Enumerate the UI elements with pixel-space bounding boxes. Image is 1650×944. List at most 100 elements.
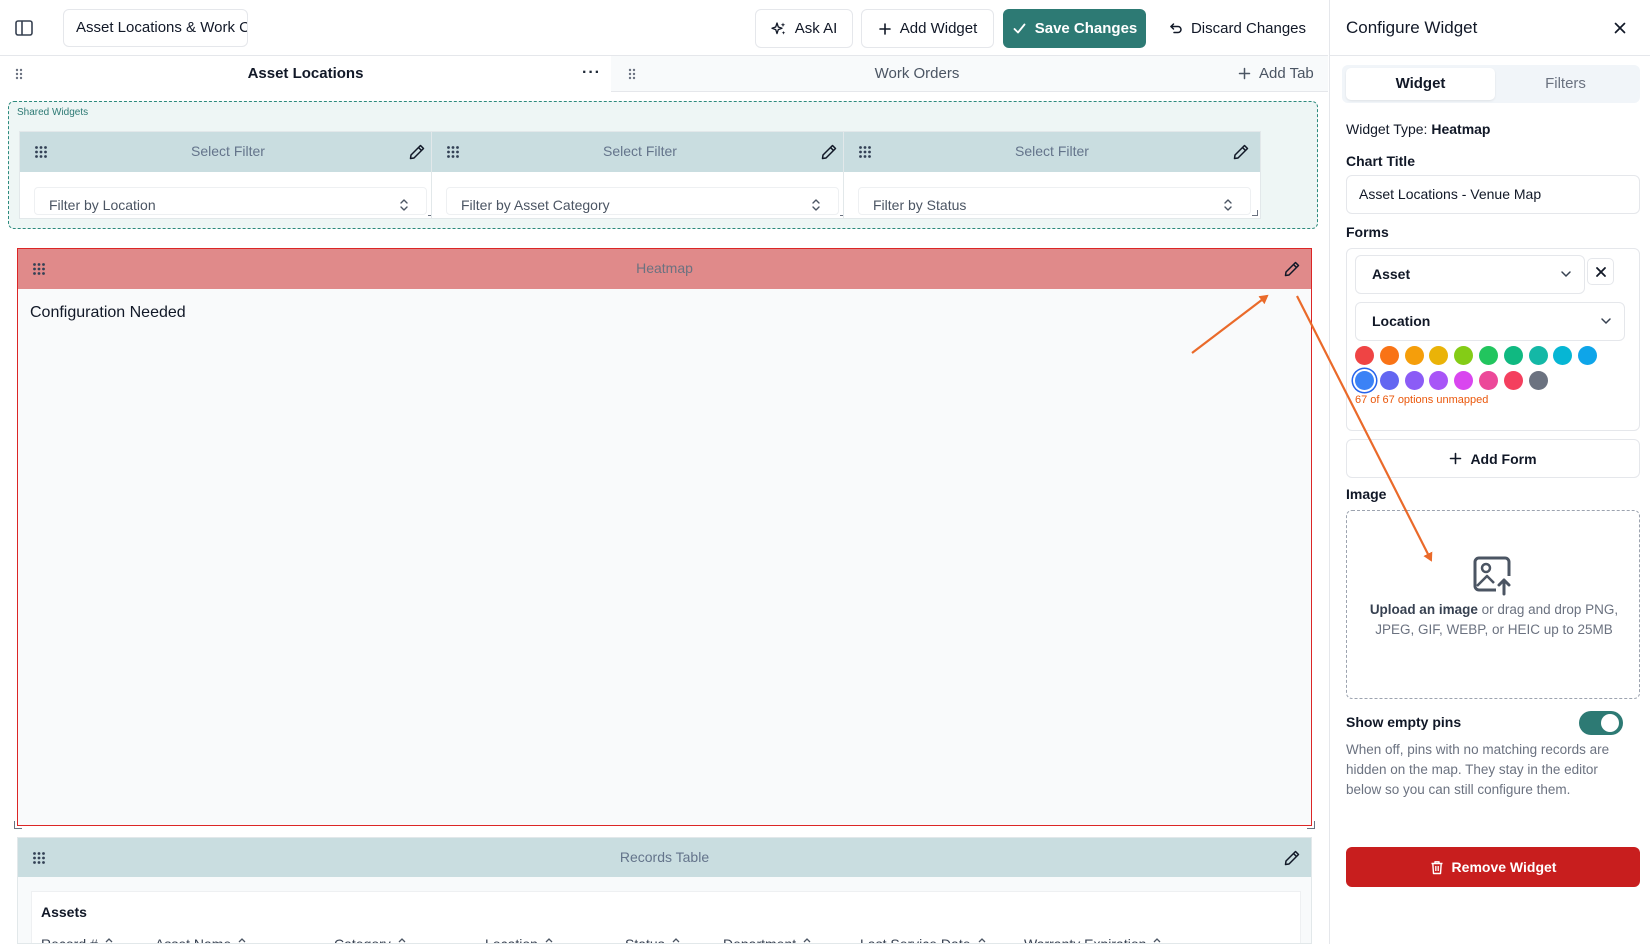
column-header-category[interactable]: Category — [334, 936, 407, 943]
color-swatch[interactable] — [1503, 346, 1523, 365]
image-upload-dropzone[interactable]: Upload an image or drag and drop PNG, JP… — [1346, 510, 1640, 699]
remove-widget-button[interactable]: Remove Widget — [1346, 847, 1640, 887]
pencil-icon[interactable] — [1232, 143, 1250, 161]
add-widget-button[interactable]: Add Widget — [861, 9, 994, 48]
upload-link[interactable]: Upload an image — [1370, 602, 1478, 617]
plus-icon — [1238, 67, 1251, 80]
color-swatch[interactable] — [1479, 346, 1498, 365]
chevron-down-icon — [1601, 318, 1611, 325]
column-header-record[interactable]: Record # — [41, 936, 114, 944]
top-toolbar: Asset Locations & Work C Ask AI Add Widg… — [0, 0, 1328, 56]
sort-icon — [1153, 938, 1161, 943]
color-swatch[interactable] — [1553, 346, 1573, 365]
forms-label: Forms — [1346, 224, 1389, 240]
pencil-icon[interactable] — [1283, 849, 1301, 867]
column-header-asset-name[interactable]: Asset Name — [155, 936, 247, 944]
add-form-button[interactable]: Add Form — [1346, 439, 1640, 478]
filter-status-select[interactable]: Filter by Status — [858, 187, 1251, 215]
upload-instructions: Upload an image or drag and drop PNG, JP… — [1367, 600, 1621, 640]
image-label: Image — [1346, 486, 1387, 502]
check-icon — [1013, 23, 1026, 34]
records-table-widget: Records Table Assets Record # Asset Name… — [17, 837, 1312, 944]
pencil-icon[interactable] — [820, 143, 838, 161]
widget-header: Select Filter — [20, 132, 436, 172]
chevron-up-down-icon — [400, 199, 408, 211]
widget-type-value: Heatmap — [1431, 121, 1491, 137]
color-swatch[interactable] — [1528, 346, 1548, 365]
filter-location-select[interactable]: Filter by Location — [34, 187, 427, 215]
ask-ai-button[interactable]: Ask AI — [755, 9, 853, 48]
column-header-location[interactable]: Location — [485, 936, 554, 944]
add-tab-button[interactable]: Add Tab — [1238, 65, 1314, 82]
chart-title-label: Chart Title — [1346, 153, 1415, 169]
color-swatch[interactable] — [1429, 371, 1449, 390]
column-header-warranty-expiration[interactable]: Warranty Expiration — [1024, 936, 1162, 943]
color-swatch[interactable] — [1355, 346, 1374, 365]
widget-header: Heatmap — [18, 249, 1311, 289]
resize-handle[interactable] — [14, 821, 22, 829]
resize-handle[interactable] — [1307, 821, 1315, 829]
field-select-value: Location — [1372, 313, 1431, 329]
records-table: Assets Record # Asset Name Category Loca… — [31, 891, 1301, 944]
dashboard-name-input[interactable]: Asset Locations & Work C — [63, 9, 248, 47]
widget-header: Select Filter — [844, 132, 1260, 172]
color-swatch[interactable] — [1578, 346, 1598, 365]
color-swatch[interactable] — [1479, 371, 1498, 390]
tab-bar: Asset Locations ··· Work Orders Add Tab — [0, 56, 1328, 92]
unmapped-count: 67 of 67 options unmapped — [1355, 394, 1489, 406]
column-header-status[interactable]: Status — [625, 936, 681, 944]
add-widget-label: Add Widget — [899, 20, 978, 37]
color-swatch[interactable] — [1404, 346, 1424, 365]
chevron-down-icon — [1561, 271, 1571, 278]
field-select[interactable]: Location — [1355, 302, 1625, 341]
resize-handle[interactable] — [1252, 210, 1258, 216]
show-empty-pins-label: Show empty pins — [1346, 714, 1462, 730]
discard-changes-button[interactable]: Discard Changes — [1162, 9, 1312, 48]
heatmap-widget[interactable]: Heatmap Configuration Needed — [14, 248, 1315, 829]
color-swatch[interactable] — [1528, 371, 1548, 390]
color-swatch[interactable] — [1454, 346, 1474, 365]
pencil-icon[interactable] — [408, 143, 426, 161]
column-header-label: Location — [485, 936, 538, 944]
close-icon[interactable] — [1612, 20, 1628, 36]
filter-asset-category-select[interactable]: Filter by Asset Category — [446, 187, 839, 215]
trash-icon — [1431, 860, 1443, 874]
tab-widget[interactable]: Widget — [1346, 68, 1495, 100]
save-changes-button[interactable]: Save Changes — [1003, 9, 1146, 48]
column-header-label: Asset Name — [155, 936, 232, 944]
column-header-label: Department — [723, 936, 797, 944]
pencil-icon[interactable] — [1283, 260, 1301, 278]
widget-title: Select Filter — [603, 143, 677, 159]
widget-header: Records Table — [18, 838, 1311, 877]
color-swatch[interactable] — [1429, 346, 1449, 365]
column-header-last-service-date[interactable]: Last Service Date — [860, 936, 987, 943]
sort-icon — [672, 938, 680, 943]
tab-work-orders[interactable]: Work Orders — [611, 65, 1223, 82]
sidebar-toggle-icon[interactable] — [14, 18, 34, 38]
sort-icon — [803, 938, 811, 943]
shared-widgets-label: Shared Widgets — [17, 107, 89, 118]
color-swatch[interactable] — [1379, 371, 1399, 390]
remove-form-button[interactable] — [1587, 258, 1614, 285]
chevron-up-down-icon — [1224, 199, 1232, 211]
form-select-value: Asset — [1372, 266, 1411, 282]
column-header-label: Record # — [41, 936, 98, 944]
add-form-label: Add Form — [1470, 450, 1537, 467]
chevron-up-down-icon — [812, 199, 820, 211]
show-empty-pins-toggle[interactable] — [1579, 711, 1623, 735]
color-swatch[interactable] — [1503, 371, 1523, 390]
color-swatch[interactable] — [1355, 371, 1374, 390]
tab-filters[interactable]: Filters — [1495, 68, 1636, 100]
sort-icon — [105, 938, 113, 943]
sparkles-icon — [771, 21, 786, 35]
column-header-department[interactable]: Department — [723, 936, 812, 944]
chart-title-input[interactable]: Asset Locations - Venue Map — [1346, 175, 1640, 214]
color-swatch[interactable] — [1404, 371, 1424, 390]
color-swatch[interactable] — [1379, 346, 1399, 365]
filter-select-placeholder: Filter by Status — [873, 197, 967, 213]
tab-more-menu-icon[interactable]: ··· — [582, 64, 601, 82]
form-select[interactable]: Asset — [1355, 255, 1585, 294]
color-swatch[interactable] — [1454, 371, 1474, 390]
widget-title: Select Filter — [1015, 143, 1089, 159]
column-header-label: Status — [625, 936, 665, 944]
